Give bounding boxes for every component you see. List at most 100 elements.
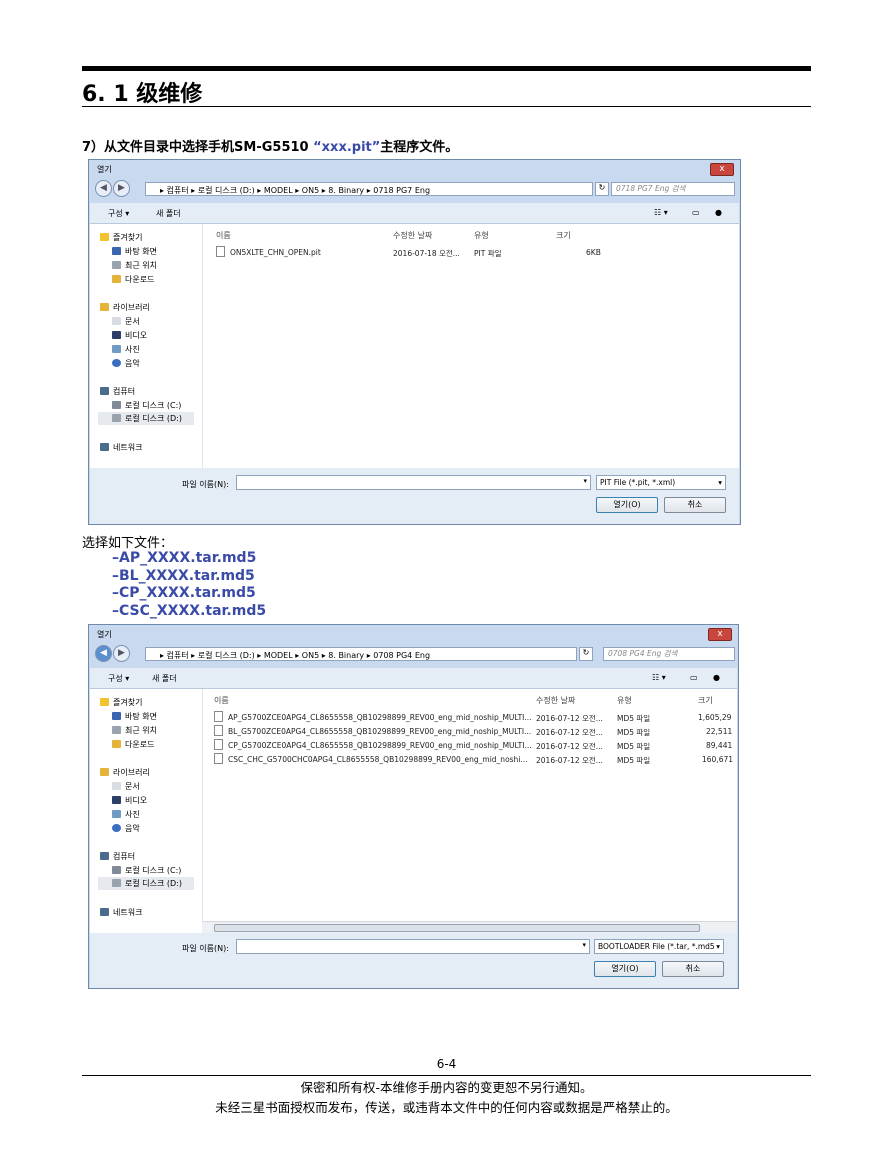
filter-label: BOOTLOADER File (*.tar, *.md5 [598,942,715,951]
file-type-select[interactable]: PIT File (*.pit, *.xml) ▾ [596,475,726,490]
dialog-title: 열기 [97,630,112,639]
new-folder-button[interactable]: 새 폴더 [156,208,181,219]
file-browser: 즐겨찾기 바탕 화면 최근 위치 다운로드 라이브러리 문서 비디오 사진 음악… [90,689,737,934]
file-row[interactable]: CP_G5700ZCE0APG4_CL8655558_QB10298899_RE… [214,739,532,750]
cancel-button[interactable]: 취소 [662,961,724,977]
nav-favorites[interactable]: 즐겨찾기 [100,232,142,243]
file-row[interactable]: AP_G5700ZCE0APG4_CL8655558_QB10298899_RE… [214,711,532,722]
nav-documents[interactable]: 문서 [112,316,140,327]
file-type: PIT 파일 [474,249,502,258]
open-button[interactable]: 열기(O) [596,497,658,513]
nav-network[interactable]: 네트워크 [100,442,142,453]
nav-disk-c[interactable]: 로컬 디스크 (C:) [112,400,181,411]
filename-input[interactable]: ▾ [236,939,590,954]
help-icon[interactable]: ● [715,208,722,217]
star-icon [100,698,109,706]
search-input[interactable]: 0708 PG4 Eng 검색 [603,647,735,661]
chevron-down-icon[interactable]: ▾ [583,477,587,485]
column-date[interactable]: 수정한 날짜 [536,695,575,706]
column-size[interactable]: 크기 [698,695,713,706]
nav-downloads[interactable]: 다운로드 [112,274,154,285]
nav-libraries[interactable]: 라이브러리 [100,767,150,778]
nav-desktop[interactable]: 바탕 화면 [112,711,157,722]
file-icon [214,753,223,764]
network-icon [100,443,109,451]
disk-icon [112,414,121,422]
help-icon[interactable]: ● [713,673,720,682]
file-icon [214,725,223,736]
search-input[interactable]: 0718 PG7 Eng 검색 [611,182,735,196]
column-date[interactable]: 수정한 날짜 [393,230,432,241]
scrollbar-thumb[interactable] [214,924,700,932]
file-date: 2016-07-12 오전... [536,756,603,765]
column-name[interactable]: 이름 [214,695,229,706]
column-type[interactable]: 유형 [474,230,489,241]
nav-label: 최근 위치 [125,726,157,735]
address-box[interactable]: ▸ 컴퓨터 ▸ 로컬 디스크 (D:) ▸ MODEL ▸ ON5 ▸ 8. B… [145,182,593,196]
new-folder-button[interactable]: 새 폴더 [152,673,177,684]
navigation-pane: 즐겨찾기 바탕 화면 최근 위치 다운로드 라이브러리 문서 비디오 사진 음악… [90,689,203,933]
file-list-item: –BL_XXXX.tar.md5 [112,567,255,584]
nav-downloads[interactable]: 다운로드 [112,739,154,750]
nav-label: 최근 위치 [125,261,157,270]
cancel-button[interactable]: 취소 [664,497,726,513]
file-row[interactable]: BL_G5700ZCE0APG4_CL8655558_QB10298899_RE… [214,725,531,736]
nav-network[interactable]: 네트워크 [100,907,142,918]
nav-pictures[interactable]: 사진 [112,809,140,820]
file-size: 6KB [586,248,601,257]
forward-button[interactable]: ▶ [113,180,130,197]
file-row[interactable]: ON5XLTE_CHN_OPEN.pit [216,246,321,257]
file-icon [214,711,223,722]
nav-label: 네트워크 [113,908,143,917]
nav-videos[interactable]: 비디오 [112,795,147,806]
nav-recent[interactable]: 최근 위치 [112,725,157,736]
navigation-pane: 즐겨찾기 바탕 화면 최근 위치 다운로드 라이브러리 문서 비디오 사진 음악… [90,224,203,468]
nav-label: 로컬 디스크 (C:) [125,866,182,875]
nav-desktop[interactable]: 바탕 화면 [112,246,157,257]
column-name[interactable]: 이름 [216,230,231,241]
filename-label: 파일 이름(N): [182,480,229,489]
network-icon [100,908,109,916]
nav-videos[interactable]: 비디오 [112,330,147,341]
address-box[interactable]: ▸ 컴퓨터 ▸ 로컬 디스크 (D:) ▸ MODEL ▸ ON5 ▸ 8. B… [145,647,577,661]
back-button[interactable]: ◀ [95,180,112,197]
refresh-button[interactable]: ↻ [595,182,609,196]
nav-libraries[interactable]: 라이브러리 [100,302,150,313]
back-button[interactable]: ◀ [95,645,112,662]
open-button[interactable]: 열기(O) [594,961,656,977]
computer-icon [100,852,109,860]
nav-disk-c[interactable]: 로컬 디스크 (C:) [112,865,181,876]
nav-disk-d[interactable]: 로컬 디스크 (D:) [98,412,194,425]
nav-favorites[interactable]: 즐겨찾기 [100,697,142,708]
nav-recent[interactable]: 최근 위치 [112,260,157,271]
file-row[interactable]: CSC_CHC_G5700CHC0APG4_CL8655558_QB102988… [214,753,528,764]
refresh-button[interactable]: ↻ [579,647,593,661]
nav-music[interactable]: 음악 [112,358,140,369]
nav-music[interactable]: 음악 [112,823,140,834]
nav-disk-d[interactable]: 로컬 디스크 (D:) [98,877,194,890]
chevron-down-icon[interactable]: ▾ [582,941,586,949]
organize-menu[interactable]: 구성 ▾ [108,208,129,219]
preview-pane-icon[interactable]: ▭ [690,673,698,682]
file-date: 2016-07-18 오전... [393,249,460,258]
view-icon[interactable]: ☷ ▾ [652,673,666,682]
filename-input[interactable]: ▾ [236,475,591,490]
organize-menu[interactable]: 구성 ▾ [108,673,129,684]
forward-button[interactable]: ▶ [113,645,130,662]
file-type: MD5 파일 [617,728,651,737]
file-size: 160,671 [702,755,734,764]
dialog-footer: 파일 이름(N): ▾ BOOTLOADER File (*.tar, *.md… [90,933,737,988]
view-icon[interactable]: ☷ ▾ [654,208,668,217]
file-type-select[interactable]: BOOTLOADER File (*.tar, *.md5 ▾ [594,939,724,954]
nav-pictures[interactable]: 사진 [112,344,140,355]
dialog-title: 열기 [97,165,112,174]
file-browser: 즐겨찾기 바탕 화면 최근 위치 다운로드 라이브러리 문서 비디오 사진 음악… [90,224,739,468]
preview-pane-icon[interactable]: ▭ [692,208,700,217]
nav-computer[interactable]: 컴퓨터 [100,386,135,397]
nav-computer[interactable]: 컴퓨터 [100,851,135,862]
column-size[interactable]: 크기 [556,230,571,241]
close-button[interactable]: x [710,163,734,176]
nav-documents[interactable]: 문서 [112,781,140,792]
close-button[interactable]: x [708,628,732,641]
column-type[interactable]: 유형 [617,695,632,706]
